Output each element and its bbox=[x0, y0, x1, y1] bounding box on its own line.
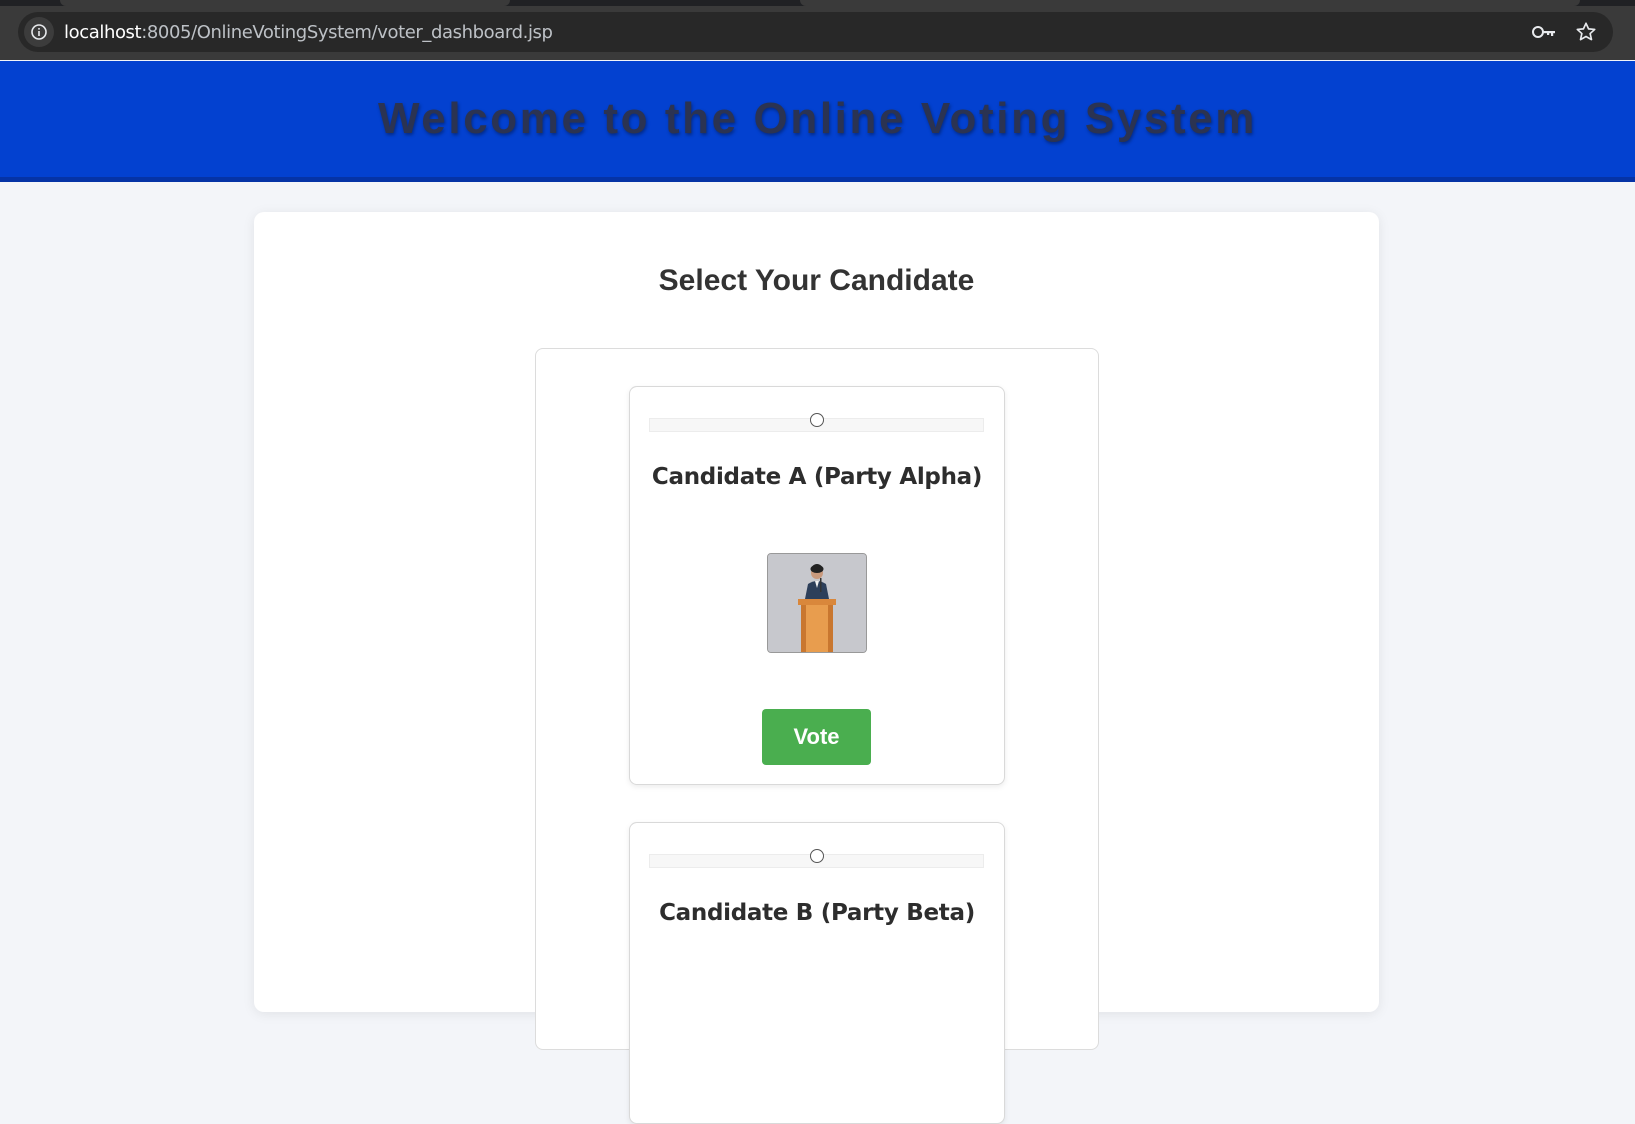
vote-form: Candidate A (Party Alpha) Vote Candidate… bbox=[535, 348, 1099, 1124]
candidate-radio[interactable] bbox=[810, 413, 824, 427]
browser-tab[interactable] bbox=[800, 0, 1580, 6]
candidate-name: Candidate B (Party Beta) bbox=[659, 900, 975, 926]
url-host: localhost bbox=[64, 21, 142, 43]
address-bar[interactable]: localhost:8005/OnlineVotingSystem/voter_… bbox=[18, 12, 1613, 52]
candidate-card: Candidate B (Party Beta) bbox=[629, 822, 1005, 1124]
url-path: :8005/OnlineVotingSystem/voter_dashboard… bbox=[141, 21, 553, 43]
url-text[interactable]: localhost:8005/OnlineVotingSystem/voter_… bbox=[64, 22, 553, 43]
page-title: Welcome to the Online Voting System bbox=[377, 94, 1258, 143]
site-header: Welcome to the Online Voting System bbox=[0, 61, 1635, 182]
radio-row bbox=[649, 849, 984, 868]
info-icon[interactable] bbox=[24, 17, 54, 47]
browser-toolbar: localhost:8005/OnlineVotingSystem/voter_… bbox=[0, 0, 1635, 60]
radio-row bbox=[649, 413, 984, 432]
vote-button[interactable]: Vote bbox=[762, 709, 871, 765]
main-card: Select Your Candidate Candidate A (Party… bbox=[254, 212, 1379, 1124]
candidate-at-podium-icon bbox=[767, 553, 867, 653]
tab-strip bbox=[0, 0, 1635, 6]
key-icon[interactable] bbox=[1531, 22, 1557, 47]
section-title: Select Your Candidate bbox=[658, 264, 975, 297]
candidate-radio[interactable] bbox=[810, 849, 824, 863]
star-icon[interactable] bbox=[1575, 21, 1597, 48]
browser-tab[interactable] bbox=[60, 0, 510, 6]
candidate-card: Candidate A (Party Alpha) Vote bbox=[629, 386, 1005, 785]
candidate-name: Candidate A (Party Alpha) bbox=[651, 464, 983, 490]
